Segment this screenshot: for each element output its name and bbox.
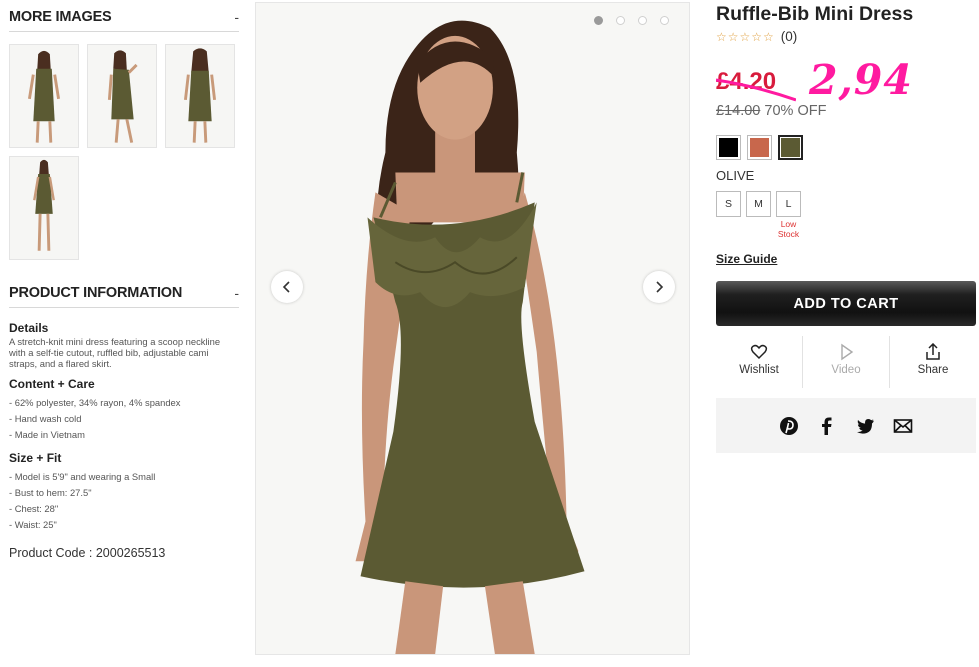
model-side-image	[88, 45, 156, 147]
size-option: S	[716, 191, 741, 239]
collapse-toggle[interactable]: -	[234, 285, 239, 301]
size-fit-item: - Chest: 28"	[9, 503, 59, 514]
size-option: L Low Stock	[776, 191, 801, 239]
share-label: Share	[917, 364, 949, 376]
pinterest-button[interactable]	[779, 416, 799, 436]
twitter-icon	[857, 418, 874, 434]
share-icon	[926, 343, 940, 360]
thumbnail-1[interactable]	[9, 44, 79, 148]
content-item: - Made in Vietnam	[9, 429, 85, 440]
more-images-title: MORE IMAGES	[9, 9, 112, 25]
more-images-header[interactable]: MORE IMAGES -	[9, 9, 239, 32]
product-information-header[interactable]: PRODUCT INFORMATION -	[9, 285, 239, 308]
original-price: £14.00	[716, 103, 761, 119]
discount-label: 70% OFF	[764, 103, 827, 119]
details-section: Details A stretch-knit mini dress featur…	[9, 321, 239, 369]
size-guide-link[interactable]: Size Guide	[716, 252, 777, 266]
size-fit-item: - Waist: 25"	[9, 519, 57, 530]
model-front-image	[10, 45, 78, 147]
previous-image-button[interactable]	[271, 271, 303, 303]
original-price-row: £14.00 70% OFF	[716, 103, 826, 119]
swatch-olive[interactable]	[778, 135, 803, 160]
thumbnail-4[interactable]	[9, 156, 79, 260]
email-button[interactable]	[893, 416, 913, 436]
thumbnail-3[interactable]	[165, 44, 235, 148]
size-fit-heading: Size + Fit	[9, 451, 62, 465]
twitter-button[interactable]	[855, 416, 875, 436]
selected-color-name: OLIVE	[716, 168, 755, 183]
model-full-image	[10, 157, 78, 259]
product-code: Product Code : 2000265513	[9, 546, 166, 560]
product-title: Ruffle-Bib Mini Dress	[716, 3, 914, 25]
facebook-button[interactable]	[817, 416, 837, 436]
star-rating-icon: ☆☆☆☆☆	[716, 29, 775, 44]
rating-count: (0)	[780, 29, 798, 44]
wishlist-label: Wishlist	[739, 364, 779, 376]
size-fit-item: - Model is 5'9" and wearing a Small	[9, 471, 156, 482]
details-text: A stretch-knit mini dress featuring a sc…	[9, 336, 221, 369]
social-share-bar	[716, 398, 976, 453]
product-actions: Wishlist Video Share	[716, 336, 976, 388]
details-heading: Details	[9, 321, 49, 335]
chevron-left-icon	[282, 281, 290, 293]
size-button-m[interactable]: M	[746, 191, 771, 217]
carousel-dot[interactable]	[638, 16, 647, 25]
content-care-section: Content + Care - 62% polyester, 34% rayo…	[9, 377, 239, 443]
video-button[interactable]: Video	[802, 336, 889, 388]
carousel-dot[interactable]	[616, 16, 625, 25]
thumbnail-2[interactable]	[87, 44, 157, 148]
product-information-title: PRODUCT INFORMATION	[9, 285, 183, 301]
size-fit-section: Size + Fit - Model is 5'9" and wearing a…	[9, 451, 239, 533]
main-product-image[interactable]	[255, 2, 690, 655]
envelope-icon	[893, 418, 913, 433]
handwritten-strike-icon	[716, 78, 796, 102]
collapse-toggle[interactable]: -	[234, 9, 239, 25]
handwritten-price: 2,94	[809, 56, 913, 104]
content-care-heading: Content + Care	[9, 377, 95, 391]
model-photo	[256, 3, 689, 654]
size-fit-item: - Bust to hem: 27.5"	[9, 487, 92, 498]
size-selector: S M L Low Stock	[716, 191, 801, 239]
video-label: Video	[831, 364, 861, 376]
carousel-dots	[594, 16, 669, 25]
size-option: M	[746, 191, 771, 239]
model-back-image	[166, 45, 234, 147]
size-button-s[interactable]: S	[716, 191, 741, 217]
add-to-cart-button[interactable]: ADD TO CART	[716, 281, 976, 326]
heart-icon	[750, 344, 768, 360]
share-button[interactable]: Share	[889, 336, 976, 388]
swatch-rust[interactable]	[747, 135, 772, 160]
content-item: - Hand wash cold	[9, 413, 82, 424]
wishlist-button[interactable]: Wishlist	[716, 336, 802, 388]
size-button-l[interactable]: L	[776, 191, 801, 217]
carousel-dot[interactable]	[594, 16, 603, 25]
facebook-icon	[822, 417, 832, 435]
rating[interactable]: ☆☆☆☆☆ (0)	[716, 29, 797, 44]
content-item: - 62% polyester, 34% rayon, 4% spandex	[9, 397, 181, 408]
chevron-right-icon	[656, 281, 664, 293]
next-image-button[interactable]	[643, 271, 675, 303]
carousel-dot[interactable]	[660, 16, 669, 25]
play-icon	[841, 343, 854, 361]
color-swatches	[716, 135, 803, 160]
pinterest-icon	[780, 416, 798, 435]
swatch-black[interactable]	[716, 135, 741, 160]
low-stock-label: Low Stock	[777, 219, 800, 239]
